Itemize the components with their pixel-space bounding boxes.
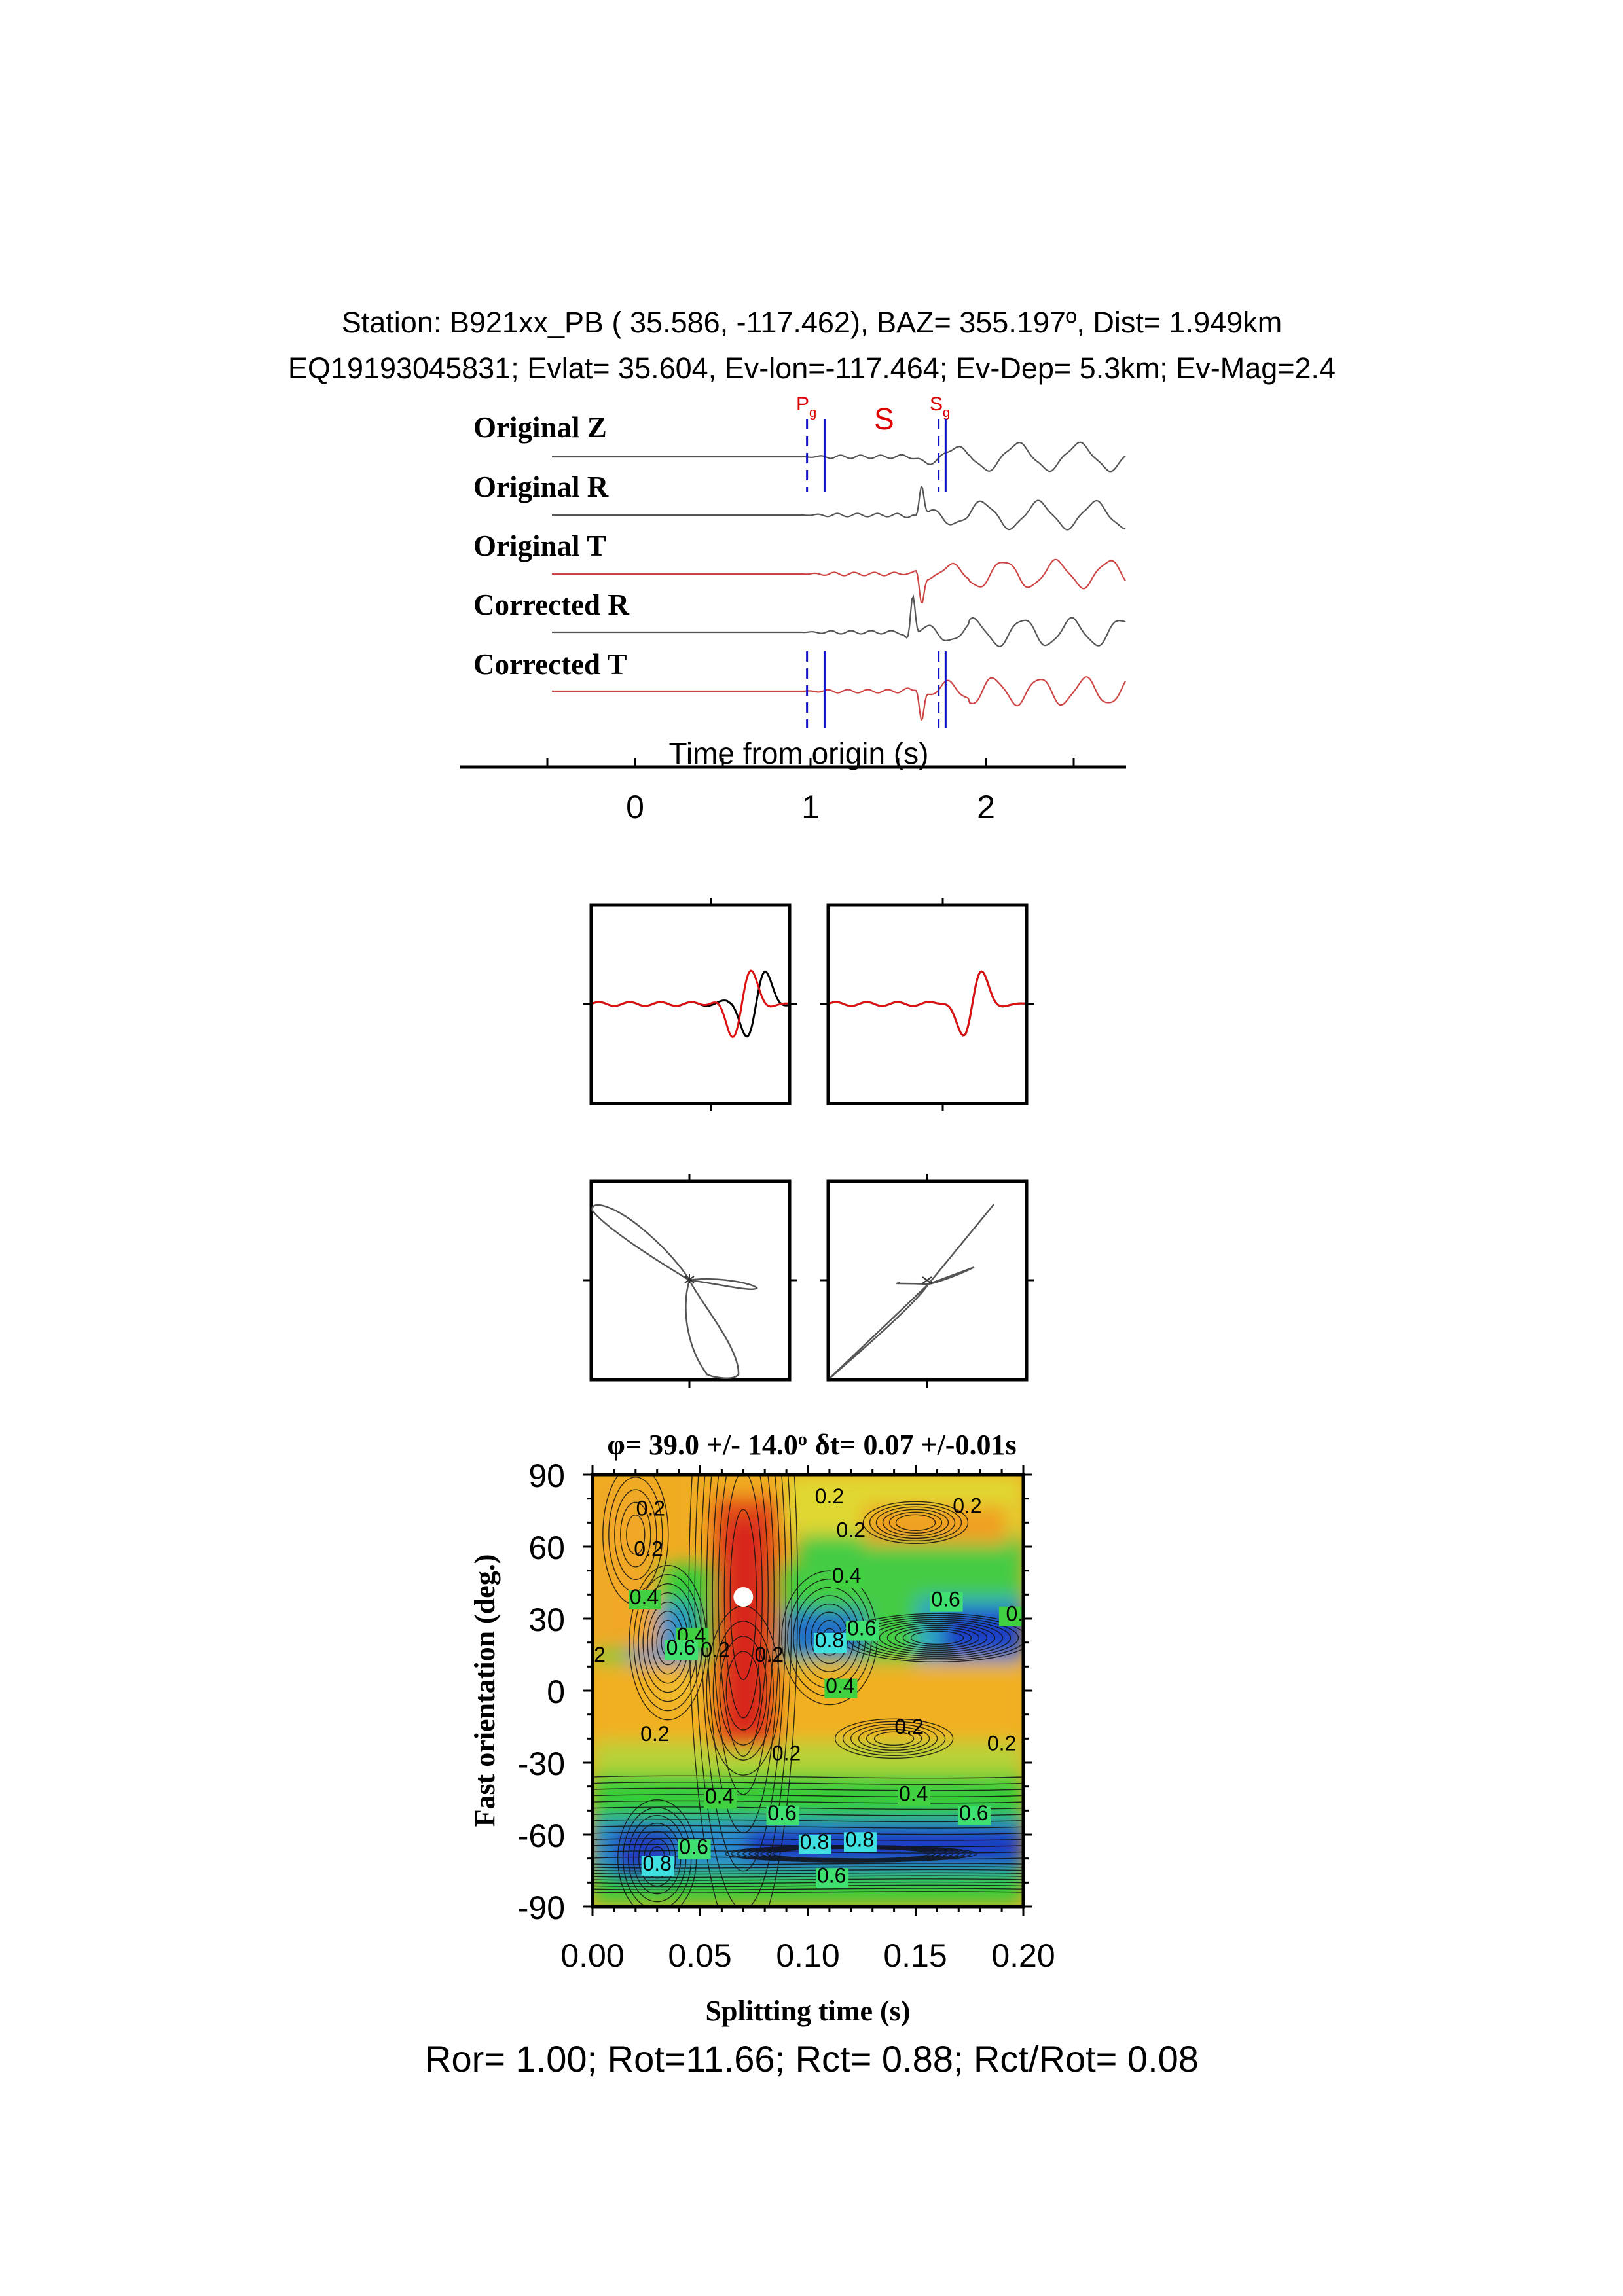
grid-y-tick-30: 30	[528, 1602, 565, 1638]
grid-x-tick-labels: 0.00 0.05 0.10 0.15 0.20	[560, 1937, 1055, 1974]
contour-label: 0.2	[815, 1484, 844, 1508]
contour-label: 0.6	[847, 1617, 876, 1640]
contour-label: 0.4	[899, 1782, 928, 1806]
trace-label-original-z: Original Z	[473, 411, 607, 444]
contour-label: 0.2	[837, 1518, 866, 1541]
contour-label: 0.4	[705, 1784, 734, 1808]
contour-label: 0.2	[894, 1715, 923, 1738]
contour-label: 0.6	[959, 1801, 988, 1825]
seismogram-traces	[552, 441, 1126, 721]
trace-original-z	[552, 441, 1126, 473]
waveform-box-original	[583, 898, 797, 1111]
trace-original-t	[552, 558, 1126, 603]
waveform-box-corrected	[820, 898, 1034, 1111]
particle-motion-box-original	[583, 1174, 797, 1388]
event-header: EQ19193045831; Evlat= 35.604, Ev-lon=-11…	[288, 351, 1336, 385]
time-axis-label: Time from origin (s)	[669, 736, 929, 770]
contour-label: 0.4	[630, 1585, 659, 1609]
trace-label-corrected-r: Corrected R	[473, 588, 629, 621]
contour-label: 0.2	[953, 1494, 981, 1518]
seismic-splitting-figure: Station: B921xx_PB ( 35.586, -117.462), …	[288, 306, 1336, 2079]
grid-y-tick-neg30: -30	[518, 1746, 565, 1782]
particle-motion-original	[591, 1204, 758, 1379]
contour-label: 0.6	[931, 1588, 960, 1611]
grid-y-axis-label: Fast orientation (deg.)	[469, 1554, 501, 1827]
grid-x-tick-3: 0.15	[883, 1937, 947, 1974]
grid-x-tick-2: 0.10	[776, 1937, 839, 1974]
contour-label: 0.6	[666, 1636, 695, 1659]
trace-labels: Original Z Original R Original T Correct…	[473, 411, 629, 681]
contour-label: 0.6	[679, 1835, 708, 1858]
grid-y-tick-60: 60	[528, 1530, 565, 1566]
s-phase-label: S	[874, 402, 894, 436]
contour-label: 0.2	[636, 1496, 665, 1520]
trace-label-original-t: Original T	[473, 529, 606, 562]
grid-y-tick-labels: 90 60 30 0 -30 -60 -90	[518, 1458, 565, 1926]
grid-y-tick-0: 0	[547, 1674, 565, 1710]
time-axis: Time from origin (s) 0 1 2	[460, 736, 1126, 825]
grid-y-tick-neg60: -60	[518, 1818, 565, 1854]
contour-label: 0.2	[634, 1537, 663, 1561]
grid-x-tick-4: 0.20	[991, 1937, 1055, 1974]
grid-y-tick-90: 90	[528, 1458, 565, 1494]
trace-label-corrected-t: Corrected T	[473, 648, 627, 681]
grid-search-title: φ= 39.0 +/- 14.0o δt= 0.07 +/-0.01s	[607, 1429, 1016, 1461]
trace-corrected-t	[552, 676, 1126, 721]
waveform-slow	[592, 969, 788, 1039]
pg-phase-label: Pg	[796, 393, 816, 420]
time-tick-label-1: 1	[801, 789, 820, 825]
contour-label: 0.8	[642, 1852, 671, 1875]
grid-y-tick-neg90: -90	[518, 1890, 565, 1926]
contour-label: 0.6	[767, 1801, 796, 1825]
particle-motion-box-corrected	[820, 1174, 1034, 1388]
contour-label: 0.4	[826, 1674, 854, 1698]
grid-x-tick-0: 0.00	[560, 1937, 624, 1974]
contour-label: .2	[588, 1643, 606, 1666]
contour-label: 0.6	[817, 1863, 846, 1887]
trace-label-original-r: Original R	[473, 471, 609, 503]
contour-label: 0.2	[987, 1732, 1016, 1755]
particle-motion-corrected	[829, 1204, 994, 1379]
waveform-corrected-traces	[829, 970, 1025, 1037]
grid-search-heatmap: 0.20.20.40.40.6 0.2 0.2.20.80.60.40.20.20.…	[583, 1465, 1032, 1916]
time-tick-label-2: 2	[977, 789, 995, 825]
footer-ratios: Ror= 1.00; Rot=11.66; Rct= 0.88; Rct/Rot…	[425, 2038, 1199, 2079]
waveform-slow	[829, 970, 1025, 1037]
contour-label: 0.8	[800, 1830, 829, 1854]
trace-corrected-r	[552, 594, 1126, 648]
station-header: Station: B921xx_PB ( 35.586, -117.462), …	[342, 306, 1282, 339]
contour-label: 0.4	[832, 1564, 861, 1587]
waveform-original-traces	[592, 969, 788, 1039]
contour-label: 0.8	[815, 1628, 844, 1652]
contour-label: 0.2	[755, 1643, 784, 1666]
grid-x-axis-label: Splitting time (s)	[706, 1995, 911, 2027]
contour-label: 0.2	[772, 1741, 801, 1765]
best-solution-marker	[733, 1587, 754, 1607]
contour-label: 0.	[1006, 1602, 1023, 1626]
contour-label: 0.2	[640, 1722, 669, 1746]
grid-x-tick-1: 0.05	[668, 1937, 731, 1974]
sg-phase-label: Sg	[930, 393, 950, 420]
contour-label: 0.2	[701, 1638, 729, 1662]
trace-original-r	[552, 485, 1126, 531]
particle-motion-corrected-center	[922, 1276, 932, 1284]
contour-label: 0.8	[845, 1827, 874, 1851]
time-tick-label-0: 0	[626, 789, 644, 825]
